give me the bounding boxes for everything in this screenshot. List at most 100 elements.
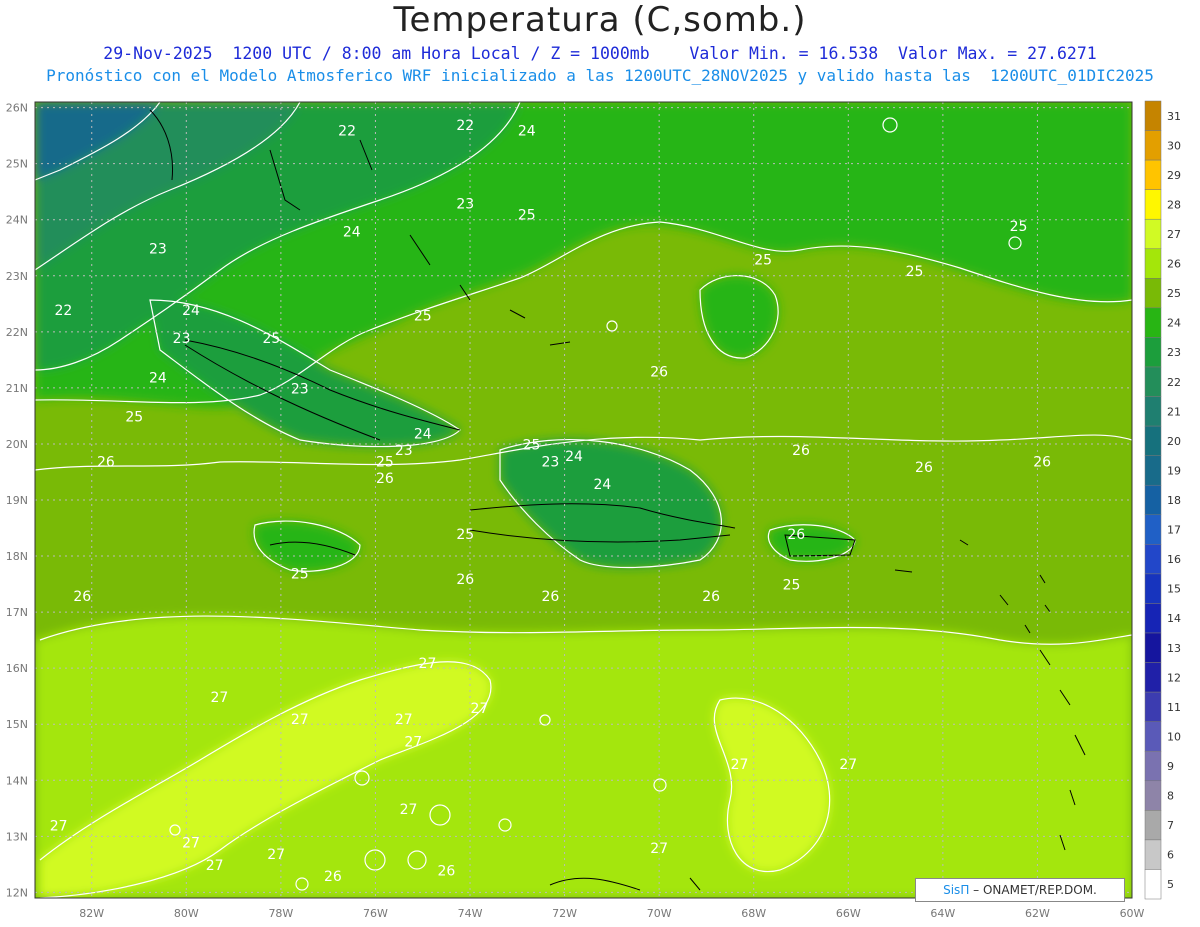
contour-label: 27 <box>291 712 309 728</box>
lat-tick-label: 16N <box>6 662 28 675</box>
contour-label: 26 <box>1033 454 1051 470</box>
colorbar-label: 13 <box>1167 642 1181 655</box>
contour-label: 27 <box>404 735 422 751</box>
colorbar-swatch <box>1144 425 1162 456</box>
lon-tick-label: 64W <box>930 907 955 920</box>
colorbar-label: 31 <box>1167 110 1181 123</box>
contour-label: 27 <box>419 656 437 672</box>
colorbar-swatch <box>1144 810 1162 841</box>
contour-label: 26 <box>915 460 933 476</box>
lon-tick-label: 82W <box>79 907 104 920</box>
contour-label: 27 <box>650 841 668 857</box>
contour-label: 26 <box>787 527 805 543</box>
contour-label: 26 <box>650 365 668 381</box>
colorbar-swatch <box>1144 159 1162 190</box>
colorbar-label: 9 <box>1167 760 1174 773</box>
colorbar-label: 21 <box>1167 405 1181 418</box>
contour-label: 25 <box>414 309 432 325</box>
lat-tick-label: 23N <box>6 270 28 283</box>
contour-label: 27 <box>471 701 489 717</box>
colorbar-label: 14 <box>1167 612 1181 625</box>
contour-label: 25 <box>125 410 143 426</box>
credit-text: – ONAMET/REP.DOM. <box>969 883 1097 897</box>
contour-label: 25 <box>291 566 309 582</box>
colorbar-swatch <box>1144 544 1162 575</box>
colorbar-swatch <box>1144 218 1162 250</box>
colorbar-swatch <box>1144 248 1162 279</box>
colorbar-label: 10 <box>1167 730 1181 743</box>
colorbar-swatch <box>1144 189 1162 220</box>
lat-tick-label: 20N <box>6 438 28 451</box>
contour-label: 23 <box>456 197 474 213</box>
lat-tick-label: 25N <box>6 158 28 171</box>
brand-label: SisΠ <box>943 883 970 897</box>
colorbar-label: 23 <box>1167 346 1181 359</box>
lon-tick-label: 66W <box>836 907 861 920</box>
contour-label: 23 <box>149 241 167 257</box>
lon-tick-label: 70W <box>647 907 672 920</box>
colorbar-label: 7 <box>1167 819 1174 832</box>
contour-label: 27 <box>206 858 224 874</box>
colorbar-swatch <box>1144 396 1162 427</box>
colorbar-swatch <box>1144 366 1162 397</box>
colorbar-swatch <box>1144 514 1162 545</box>
colorbar-swatch <box>1144 484 1162 516</box>
colorbar-swatch <box>1144 337 1162 368</box>
colorbar: 31 30 29 28 27 26 25 24 23 22 21 20 19 18 17 16 15 14 13 12… <box>1144 100 1181 900</box>
colorbar-swatch <box>1144 278 1162 309</box>
colorbar-swatch <box>1144 691 1162 722</box>
contour-label: 26 <box>376 471 394 487</box>
lat-tick-label: 24N <box>6 214 28 227</box>
contour-label: 23 <box>173 331 191 347</box>
colorbar-label: 28 <box>1167 198 1181 211</box>
colorbar-swatch <box>1144 780 1162 811</box>
contour-label: 23 <box>395 443 413 459</box>
lat-tick-label: 12N <box>6 886 28 899</box>
lon-tick-label: 80W <box>174 907 199 920</box>
contour-label: 24 <box>593 477 611 493</box>
colorbar-label: 15 <box>1167 583 1181 596</box>
contour-label: 24 <box>518 124 536 140</box>
contour-label: 26 <box>541 589 559 605</box>
contour-label: 25 <box>376 454 394 470</box>
colorbar-swatch <box>1144 603 1162 634</box>
colorbar-label: 20 <box>1167 435 1181 448</box>
lat-tick-label: 17N <box>6 606 28 619</box>
contour-label: 27 <box>50 819 68 835</box>
lat-tick-label: 15N <box>6 718 28 731</box>
contour-label: 27 <box>400 802 418 818</box>
colorbar-swatch <box>1144 100 1162 131</box>
colorbar-label: 11 <box>1167 701 1181 714</box>
colorbar-label: 17 <box>1167 524 1181 537</box>
contour-label: 25 <box>1010 219 1028 235</box>
colorbar-label: 29 <box>1167 169 1181 182</box>
contour-label: 24 <box>414 426 432 442</box>
lat-tick-label: 13N <box>6 830 28 843</box>
colorbar-swatch <box>1144 721 1162 752</box>
contour-label: 22 <box>338 124 356 140</box>
lon-tick-label: 76W <box>363 907 388 920</box>
lat-tick-label: 21N <box>6 382 28 395</box>
lat-tick-label: 18N <box>6 550 28 563</box>
contour-label: 25 <box>263 331 281 347</box>
contour-label: 27 <box>839 757 857 773</box>
colorbar-label: 30 <box>1167 139 1181 152</box>
lon-tick-label: 68W <box>741 907 766 920</box>
contour-label: 27 <box>395 712 413 728</box>
contour-label: 26 <box>792 443 810 459</box>
colorbar-label: 19 <box>1167 464 1181 477</box>
contour-label: 25 <box>754 253 772 269</box>
contour-label: 25 <box>783 578 801 594</box>
lat-tick-label: 22N <box>6 326 28 339</box>
lon-tick-label: 74W <box>458 907 483 920</box>
colorbar-label: 5 <box>1167 878 1174 891</box>
colorbar-swatch <box>1144 869 1162 900</box>
contour-label: 25 <box>906 264 924 280</box>
contour-label: 26 <box>97 454 115 470</box>
longitude-axis: 82W 80W 78W 76W 74W 72W 70W 68W 66W 64W 62W 60W <box>79 907 1144 920</box>
lat-tick-label: 14N <box>6 774 28 787</box>
contour-label: 26 <box>73 589 91 605</box>
latitude-axis: 26N 25N 24N 23N 22N 21N 20N 19N 18N 17N 16N 15N 14N 1… <box>6 102 28 900</box>
lat-tick-label: 26N <box>6 102 28 115</box>
colorbar-swatch <box>1144 632 1162 663</box>
